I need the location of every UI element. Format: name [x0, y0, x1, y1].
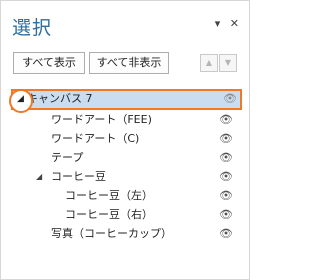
- list-item-group[interactable]: ◢ コーヒー豆 👁: [13, 167, 239, 186]
- list-item[interactable]: テープ 👁: [13, 148, 239, 167]
- visibility-eye-icon[interactable]: 👁: [219, 148, 233, 167]
- visibility-eye-icon[interactable]: 👁: [219, 205, 233, 224]
- visibility-eye-icon[interactable]: 👁: [219, 224, 233, 243]
- list-item-canvas-7[interactable]: キャンバス 7 👁: [11, 89, 242, 110]
- arrow-up-icon: ▲: [205, 58, 213, 67]
- object-list: キャンバス 7 👁 ワードアート（FEE) 👁 ワードアート（C) 👁 テープ …: [11, 89, 242, 243]
- expand-triangle-icon[interactable]: ◢: [17, 94, 24, 104]
- list-item[interactable]: 写真（コーヒーカップ） 👁: [13, 224, 239, 243]
- list-item-label: 写真（コーヒーカップ）: [51, 227, 172, 240]
- send-backward-button[interactable]: ▼: [219, 54, 237, 72]
- visibility-eye-icon[interactable]: 👁: [223, 91, 237, 106]
- visibility-eye-icon[interactable]: 👁: [219, 186, 233, 205]
- list-item-label: ワードアート（FEE): [51, 113, 152, 126]
- list-item-label: コーヒー豆（左）: [65, 189, 153, 202]
- visibility-eye-icon[interactable]: 👁: [219, 110, 233, 129]
- arrow-down-icon: ▼: [224, 58, 232, 67]
- show-all-button[interactable]: すべて表示: [13, 52, 85, 74]
- list-item-label: キャンバス 7: [27, 92, 93, 105]
- list-item[interactable]: ワードアート（FEE) 👁: [13, 110, 239, 129]
- close-icon[interactable]: ✕: [230, 17, 239, 30]
- pane-title: 選択: [12, 17, 53, 39]
- list-item-label: コーヒー豆: [51, 170, 106, 183]
- selection-pane: 選択 ▾ ✕ すべて表示 すべて非表示 ▲ ▼ キャンバス 7 👁 ワードアート…: [0, 0, 250, 280]
- highlight-callout-circle: ◢: [9, 89, 33, 113]
- visibility-eye-icon[interactable]: 👁: [219, 167, 233, 186]
- hide-all-button[interactable]: すべて非表示: [89, 52, 169, 74]
- list-item[interactable]: ワードアート（C) 👁: [13, 129, 239, 148]
- list-item-label: ワードアート（C): [51, 132, 140, 145]
- visibility-eye-icon[interactable]: 👁: [219, 129, 233, 148]
- list-item-label: テープ: [51, 151, 84, 164]
- pane-options-chevron-icon[interactable]: ▾: [215, 17, 221, 30]
- list-item[interactable]: コーヒー豆（左） 👁: [13, 186, 239, 205]
- list-item[interactable]: コーヒー豆（右） 👁: [13, 205, 239, 224]
- list-item-label: コーヒー豆（右）: [65, 208, 153, 221]
- bring-forward-button[interactable]: ▲: [200, 54, 218, 72]
- pane-header-controls: ▾ ✕: [209, 17, 239, 30]
- expand-triangle-icon[interactable]: ◢: [36, 167, 42, 186]
